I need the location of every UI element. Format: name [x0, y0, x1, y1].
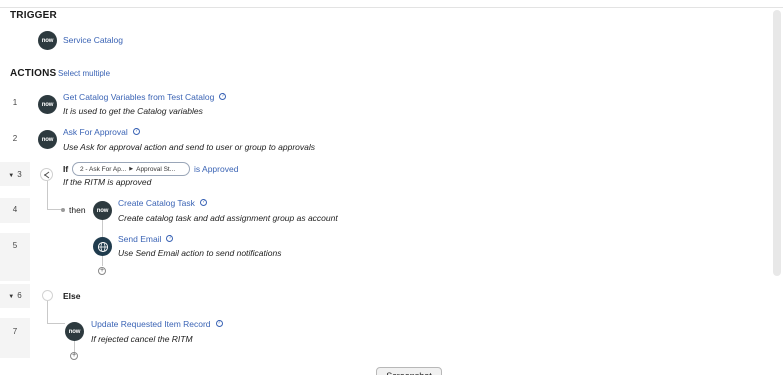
chevron-right-icon: ▶	[129, 166, 134, 172]
if-keyword: If	[63, 164, 69, 174]
step-5-title[interactable]: Send Email	[118, 234, 161, 244]
step-3-description: If the RITM is approved	[63, 177, 152, 187]
pill-field-reference: Approval St...	[136, 165, 176, 173]
add-action-plus-icon[interactable]: +	[70, 352, 78, 360]
step-1-title-link[interactable]: Get Catalog Variables from Test Catalog?	[63, 92, 227, 102]
step-2-description: Use Ask for approval action and send to …	[63, 142, 315, 152]
help-icon[interactable]: ?	[199, 199, 207, 207]
if-connector-line	[47, 181, 48, 209]
then-connector-line	[47, 209, 62, 210]
else-branch-connector	[47, 323, 65, 324]
step-4-description: Create catalog task and add assignment g…	[118, 213, 338, 223]
top-border	[0, 0, 783, 8]
step-number-3: 3	[17, 170, 22, 179]
step-number-4: 4	[12, 205, 18, 214]
step-number-5: 5	[12, 241, 18, 250]
select-multiple-link[interactable]: Select multiple	[58, 69, 110, 78]
pill-step-reference: 2 - Ask For Ap...	[80, 165, 127, 173]
help-icon[interactable]: ?	[215, 320, 223, 328]
trigger-service-catalog-link[interactable]: Service Catalog	[63, 35, 123, 45]
step-2-title-link[interactable]: Ask For Approval?	[63, 127, 140, 137]
branch-glyph-icon	[43, 171, 49, 178]
collapse-caret-icon[interactable]: ▼	[8, 294, 14, 300]
help-icon[interactable]: ?	[219, 93, 227, 101]
step-1-description: It is used to get the Catalog variables	[63, 106, 203, 116]
now-logo-icon: now	[38, 31, 57, 50]
add-action-plus-icon[interactable]: +	[98, 267, 106, 275]
vertical-scrollbar[interactable]	[773, 10, 781, 276]
else-connector-line	[47, 301, 48, 323]
step-7-title[interactable]: Update Requested Item Record	[91, 319, 211, 329]
help-icon[interactable]: ?	[132, 128, 140, 136]
branch-icon	[40, 168, 53, 181]
step-number-1: 1	[12, 98, 18, 107]
step-4-title[interactable]: Create Catalog Task	[118, 198, 195, 208]
step-7-description: If rejected cancel the RITM	[91, 334, 193, 344]
step-number-6-row[interactable]: ▼ 6	[0, 291, 30, 300]
step-2-title[interactable]: Ask For Approval	[63, 127, 128, 137]
collapse-caret-icon[interactable]: ▼	[8, 173, 14, 179]
now-logo-icon: now	[65, 322, 84, 341]
now-logo-icon: now	[38, 130, 57, 149]
globe-icon	[93, 237, 112, 256]
globe-glyph-icon	[97, 241, 108, 252]
now-logo-icon: now	[38, 95, 57, 114]
then-dot	[61, 208, 65, 212]
now-logo-icon: now	[93, 201, 112, 220]
trigger-heading: TRIGGER	[10, 10, 57, 21]
step-4-title-link[interactable]: Create Catalog Task?	[118, 198, 207, 208]
step-number-6: 6	[17, 291, 22, 300]
else-node-icon	[42, 290, 53, 301]
condition-data-pill[interactable]: 2 - Ask For Ap... ▶ Approval St...	[72, 162, 190, 176]
step-5-description: Use Send Email action to send notificati…	[118, 248, 282, 258]
screenshot-button[interactable]: Screenshot	[376, 367, 442, 375]
else-keyword: Else	[63, 291, 81, 301]
step-7-gutter	[0, 318, 30, 358]
actions-heading: ACTIONS	[10, 68, 57, 79]
help-icon[interactable]: ?	[166, 235, 174, 243]
step-number-7: 7	[12, 327, 18, 336]
step-number-2: 2	[12, 134, 18, 143]
step-number-3-row[interactable]: ▼ 3	[0, 170, 30, 179]
condition-operator-link[interactable]: is Approved	[194, 164, 238, 174]
step-5-title-link[interactable]: Send Email?	[118, 234, 174, 244]
then-label: then	[69, 205, 86, 215]
step-7-title-link[interactable]: Update Requested Item Record?	[91, 319, 223, 329]
step-1-title[interactable]: Get Catalog Variables from Test Catalog	[63, 92, 214, 102]
